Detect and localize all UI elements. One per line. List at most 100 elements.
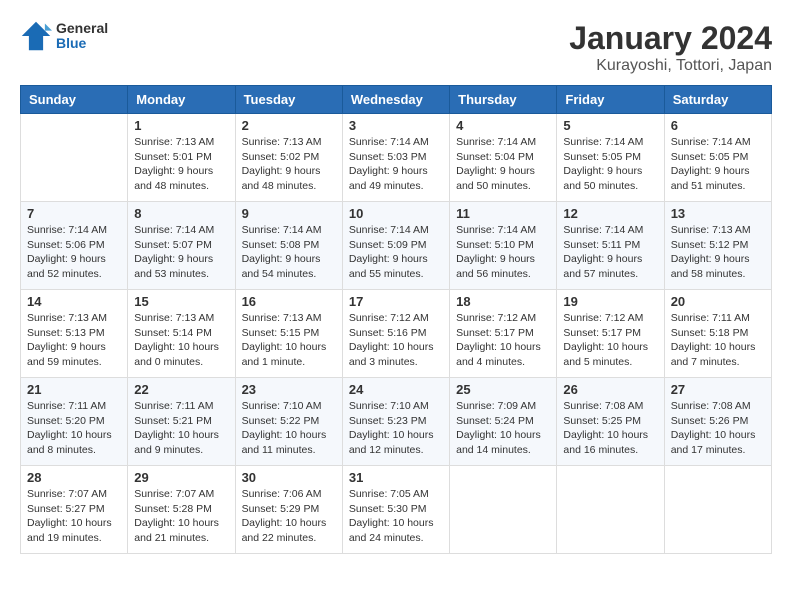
day-number: 12 [563, 206, 657, 221]
day-info: Sunrise: 7:11 AM Sunset: 5:18 PM Dayligh… [671, 311, 765, 370]
weekday-header-cell: Friday [557, 86, 664, 114]
subtitle: Kurayoshi, Tottori, Japan [569, 57, 772, 75]
header: General Blue January 2024 Kurayoshi, Tot… [20, 20, 772, 75]
day-info: Sunrise: 7:08 AM Sunset: 5:25 PM Dayligh… [563, 399, 657, 458]
day-info: Sunrise: 7:13 AM Sunset: 5:12 PM Dayligh… [671, 223, 765, 282]
day-info: Sunrise: 7:06 AM Sunset: 5:29 PM Dayligh… [242, 487, 336, 546]
day-info: Sunrise: 7:08 AM Sunset: 5:26 PM Dayligh… [671, 399, 765, 458]
day-info: Sunrise: 7:11 AM Sunset: 5:20 PM Dayligh… [27, 399, 121, 458]
day-number: 4 [456, 118, 550, 133]
day-number: 1 [134, 118, 228, 133]
day-number: 14 [27, 294, 121, 309]
day-number: 10 [349, 206, 443, 221]
main-title: January 2024 [569, 20, 772, 57]
calendar-week-row: 28 Sunrise: 7:07 AM Sunset: 5:27 PM Dayli… [21, 466, 772, 554]
logo-general-text: General [56, 21, 108, 36]
day-number: 30 [242, 470, 336, 485]
calendar-week-row: 7 Sunrise: 7:14 AM Sunset: 5:06 PM Daylig… [21, 202, 772, 290]
calendar-cell: 8 Sunrise: 7:14 AM Sunset: 5:07 PM Daylig… [128, 202, 235, 290]
day-number: 19 [563, 294, 657, 309]
day-info: Sunrise: 7:13 AM Sunset: 5:02 PM Dayligh… [242, 135, 336, 194]
title-section: January 2024 Kurayoshi, Tottori, Japan [569, 20, 772, 75]
day-number: 16 [242, 294, 336, 309]
calendar-cell: 2 Sunrise: 7:13 AM Sunset: 5:02 PM Daylig… [235, 114, 342, 202]
day-info: Sunrise: 7:11 AM Sunset: 5:21 PM Dayligh… [134, 399, 228, 458]
day-number: 28 [27, 470, 121, 485]
calendar-cell: 28 Sunrise: 7:07 AM Sunset: 5:27 PM Dayli… [21, 466, 128, 554]
calendar-cell [664, 466, 771, 554]
calendar-cell: 20 Sunrise: 7:11 AM Sunset: 5:18 PM Dayli… [664, 290, 771, 378]
day-info: Sunrise: 7:09 AM Sunset: 5:24 PM Dayligh… [456, 399, 550, 458]
day-number: 20 [671, 294, 765, 309]
calendar-cell: 11 Sunrise: 7:14 AM Sunset: 5:10 PM Dayli… [450, 202, 557, 290]
calendar-cell: 16Sunrise: 7:13 AM Sunset: 5:15 PM Dayli… [235, 290, 342, 378]
calendar-cell: 1Sunrise: 7:13 AM Sunset: 5:01 PM Daylig… [128, 114, 235, 202]
calendar-week-row: 14 Sunrise: 7:13 AM Sunset: 5:13 PM Dayli… [21, 290, 772, 378]
day-info: Sunrise: 7:14 AM Sunset: 5:03 PM Dayligh… [349, 135, 443, 194]
logo-blue-text: Blue [56, 36, 108, 51]
weekday-header-cell: Wednesday [342, 86, 449, 114]
day-info: Sunrise: 7:10 AM Sunset: 5:22 PM Dayligh… [242, 399, 336, 458]
day-number: 25 [456, 382, 550, 397]
day-number: 2 [242, 118, 336, 133]
calendar-cell: 13Sunrise: 7:13 AM Sunset: 5:12 PM Dayli… [664, 202, 771, 290]
calendar-week-row: 1Sunrise: 7:13 AM Sunset: 5:01 PM Daylig… [21, 114, 772, 202]
calendar-cell: 24 Sunrise: 7:10 AM Sunset: 5:23 PM Dayli… [342, 378, 449, 466]
calendar-table: SundayMondayTuesdayWednesdayThursdayFrid… [20, 85, 772, 554]
day-number: 24 [349, 382, 443, 397]
day-info: Sunrise: 7:14 AM Sunset: 5:10 PM Dayligh… [456, 223, 550, 282]
calendar-cell: 27 Sunrise: 7:08 AM Sunset: 5:26 PM Dayli… [664, 378, 771, 466]
day-info: Sunrise: 7:14 AM Sunset: 5:07 PM Dayligh… [134, 223, 228, 282]
calendar-cell: 17Sunrise: 7:12 AM Sunset: 5:16 PM Dayli… [342, 290, 449, 378]
weekday-header-cell: Thursday [450, 86, 557, 114]
day-info: Sunrise: 7:14 AM Sunset: 5:05 PM Dayligh… [563, 135, 657, 194]
day-number: 23 [242, 382, 336, 397]
day-number: 8 [134, 206, 228, 221]
day-number: 3 [349, 118, 443, 133]
weekday-header-cell: Monday [128, 86, 235, 114]
calendar-cell: 4 Sunrise: 7:14 AM Sunset: 5:04 PM Daylig… [450, 114, 557, 202]
calendar-cell: 18 Sunrise: 7:12 AM Sunset: 5:17 PM Dayli… [450, 290, 557, 378]
calendar-cell: 21 Sunrise: 7:11 AM Sunset: 5:20 PM Dayli… [21, 378, 128, 466]
calendar-cell: 10 Sunrise: 7:14 AM Sunset: 5:09 PM Dayli… [342, 202, 449, 290]
weekday-header-row: SundayMondayTuesdayWednesdayThursdayFrid… [21, 86, 772, 114]
calendar-cell: 22 Sunrise: 7:11 AM Sunset: 5:21 PM Dayli… [128, 378, 235, 466]
day-info: Sunrise: 7:14 AM Sunset: 5:06 PM Dayligh… [27, 223, 121, 282]
calendar-week-row: 21 Sunrise: 7:11 AM Sunset: 5:20 PM Dayli… [21, 378, 772, 466]
day-number: 7 [27, 206, 121, 221]
day-number: 18 [456, 294, 550, 309]
calendar-cell: 6Sunrise: 7:14 AM Sunset: 5:05 PM Daylig… [664, 114, 771, 202]
day-info: Sunrise: 7:12 AM Sunset: 5:17 PM Dayligh… [456, 311, 550, 370]
calendar-cell: 19Sunrise: 7:12 AM Sunset: 5:17 PM Dayli… [557, 290, 664, 378]
day-info: Sunrise: 7:05 AM Sunset: 5:30 PM Dayligh… [349, 487, 443, 546]
day-number: 21 [27, 382, 121, 397]
calendar-cell: 15Sunrise: 7:13 AM Sunset: 5:14 PM Dayli… [128, 290, 235, 378]
day-number: 27 [671, 382, 765, 397]
logo: General Blue [20, 20, 108, 52]
calendar-cell: 23 Sunrise: 7:10 AM Sunset: 5:22 PM Dayli… [235, 378, 342, 466]
calendar-cell: 9Sunrise: 7:14 AM Sunset: 5:08 PM Daylig… [235, 202, 342, 290]
calendar-cell [450, 466, 557, 554]
calendar-cell: 14 Sunrise: 7:13 AM Sunset: 5:13 PM Dayli… [21, 290, 128, 378]
day-info: Sunrise: 7:07 AM Sunset: 5:27 PM Dayligh… [27, 487, 121, 546]
day-info: Sunrise: 7:12 AM Sunset: 5:16 PM Dayligh… [349, 311, 443, 370]
calendar-cell: 25 Sunrise: 7:09 AM Sunset: 5:24 PM Dayli… [450, 378, 557, 466]
day-number: 26 [563, 382, 657, 397]
day-info: Sunrise: 7:14 AM Sunset: 5:04 PM Dayligh… [456, 135, 550, 194]
day-number: 22 [134, 382, 228, 397]
day-number: 31 [349, 470, 443, 485]
day-info: Sunrise: 7:10 AM Sunset: 5:23 PM Dayligh… [349, 399, 443, 458]
logo-icon [20, 20, 52, 52]
day-info: Sunrise: 7:14 AM Sunset: 5:09 PM Dayligh… [349, 223, 443, 282]
weekday-header-cell: Tuesday [235, 86, 342, 114]
calendar-cell: 26 Sunrise: 7:08 AM Sunset: 5:25 PM Dayli… [557, 378, 664, 466]
calendar-cell: 3 Sunrise: 7:14 AM Sunset: 5:03 PM Daylig… [342, 114, 449, 202]
calendar-cell [557, 466, 664, 554]
day-number: 11 [456, 206, 550, 221]
calendar-cell: 29Sunrise: 7:07 AM Sunset: 5:28 PM Dayli… [128, 466, 235, 554]
day-info: Sunrise: 7:13 AM Sunset: 5:14 PM Dayligh… [134, 311, 228, 370]
day-info: Sunrise: 7:07 AM Sunset: 5:28 PM Dayligh… [134, 487, 228, 546]
day-info: Sunrise: 7:13 AM Sunset: 5:13 PM Dayligh… [27, 311, 121, 370]
weekday-header-cell: Saturday [664, 86, 771, 114]
weekday-header-cell: Sunday [21, 86, 128, 114]
